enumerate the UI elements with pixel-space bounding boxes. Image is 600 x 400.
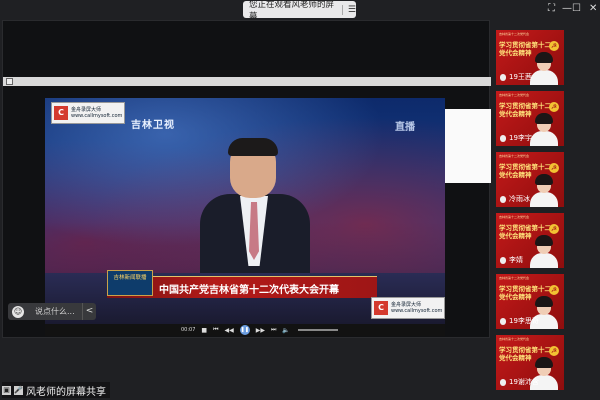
- watermark-text-top: 金舟录屏大师 www.callmysoft.com: [71, 107, 122, 119]
- stop-icon[interactable]: ■: [201, 327, 207, 334]
- anchor-hair: [228, 138, 278, 156]
- participant-name: 19李宇: [500, 133, 532, 143]
- playback-time: 00:07: [181, 327, 196, 333]
- participant-name: 19谢沛含: [500, 377, 539, 387]
- share-title-bar[interactable]: 您正在观看风老师的屏幕 ☰: [243, 0, 356, 22]
- party-emblem-icon: ☭: [549, 102, 559, 112]
- comment-input[interactable]: ☺ 说点什么... <: [8, 303, 96, 320]
- tile-header: 吉林省第十二次党代会: [499, 93, 530, 97]
- party-emblem-icon: ☭: [549, 41, 559, 51]
- emoji-icon[interactable]: ☺: [12, 305, 24, 318]
- recorder-icon: C: [54, 106, 68, 120]
- rewind-icon[interactable]: ◀◀: [225, 327, 234, 334]
- headline-banner: 吉林新闻联播 中国共产党吉林省第十二次代表大会开幕: [107, 270, 377, 298]
- fullscreen-icon[interactable]: ⛶: [548, 3, 555, 15]
- participant-name-text: 19谢沛含: [509, 378, 539, 386]
- screen-share-owner: 风老师的屏幕共享: [26, 386, 106, 398]
- watermark-logo-top: C 金舟录屏大师 www.callmysoft.com: [51, 102, 125, 124]
- live-tag: 直播: [395, 122, 415, 133]
- party-emblem-icon: ☭: [549, 163, 559, 173]
- screen-share-label: ▣ 🎤 风老师的屏幕共享: [2, 382, 110, 398]
- mic-icon: [500, 134, 506, 142]
- minimize-icon[interactable]: —: [562, 3, 572, 15]
- mic-icon: 🎤: [14, 385, 23, 395]
- maximize-icon[interactable]: ☐: [572, 3, 581, 15]
- headline-text: 中国共产党吉林省第十二次代表大会开幕: [159, 285, 339, 296]
- participant-tile[interactable]: 吉林省第十二次党代会 学习贯彻省第十二次党代会精神 ☭ 19李宇: [496, 91, 564, 146]
- participant-tile[interactable]: 吉林省第十二次党代会 学习贯彻省第十二次党代会精神 ☭ 19李思奇: [496, 274, 564, 329]
- participant-name: 19王茜: [500, 72, 532, 82]
- comment-placeholder: 说点什么...: [35, 307, 75, 316]
- participant-name: 李婧: [500, 255, 523, 265]
- player-controls: 00:07 ■ ⏮ ◀◀ ❚❚ ▶▶ ⏭ 🔈: [45, 324, 445, 336]
- participant-tile[interactable]: 吉林省第十二次党代会 学习贯彻省第十二次党代会精神 ☭ 19谢沛含: [496, 335, 564, 390]
- mic-icon: [500, 378, 506, 386]
- participant-name-text: 19李思奇: [509, 317, 539, 325]
- tile-header: 吉林省第十二次党代会: [499, 276, 530, 280]
- party-emblem-icon: ☭: [549, 224, 559, 234]
- video-player[interactable]: C 金舟录屏大师 www.callmysoft.com 吉林卫视 直播 吉林新闻…: [45, 98, 445, 324]
- participant-video: [530, 234, 558, 268]
- screen-share-icon: ▣: [2, 385, 11, 395]
- watermark-top-line2: www.callmysoft.com: [71, 113, 123, 119]
- participant-tile[interactable]: 吉林省第十二次党代会 学习贯彻省第十二次党代会精神 ☭ 19王茜: [496, 30, 564, 85]
- title-separator: [341, 4, 343, 15]
- participant-name-text: 19李宇: [509, 134, 532, 142]
- shared-window-titlebar: [3, 77, 491, 86]
- previous-icon[interactable]: ⏮: [213, 326, 218, 334]
- party-emblem-icon: ☭: [549, 285, 559, 295]
- collapse-comment-button[interactable]: <: [82, 303, 96, 320]
- close-icon[interactable]: ✕: [589, 3, 597, 15]
- watermark-bottom-line2: www.callmysoft.com: [391, 308, 443, 314]
- participant-name: 19李思奇: [500, 316, 539, 326]
- volume-icon[interactable]: 🔈: [282, 327, 289, 334]
- participant-name-text: 冷雨冰: [509, 195, 530, 203]
- forward-icon[interactable]: ▶▶: [256, 327, 265, 334]
- watermark-text-bottom: 金舟录屏大师 www.callmysoft.com: [391, 302, 442, 314]
- mic-icon: [500, 317, 506, 325]
- tile-header: 吉林省第十二次党代会: [499, 337, 530, 341]
- news-program-tag: 吉林新闻联播: [107, 270, 153, 296]
- mic-icon: [500, 256, 506, 264]
- participant-video: [530, 173, 558, 207]
- menu-icon[interactable]: ☰: [348, 5, 356, 15]
- meeting-window: 您正在观看风老师的屏幕 ☰ ⛶ — ☐ ✕ C 金舟录屏大师 www.callm…: [0, 0, 600, 400]
- volume-slider[interactable]: [297, 329, 338, 331]
- tile-header: 吉林省第十二次党代会: [499, 154, 530, 158]
- pause-icon[interactable]: ❚❚: [239, 325, 250, 335]
- tile-header: 吉林省第十二次党代会: [499, 215, 530, 219]
- participant-video: [530, 112, 558, 146]
- participant-tile[interactable]: 吉林省第十二次党代会 学习贯彻省第十二次党代会精神 ☭ 冷雨冰: [496, 152, 564, 207]
- tile-header: 吉林省第十二次党代会: [499, 32, 530, 36]
- party-emblem-icon: ☭: [549, 346, 559, 356]
- recorder-icon: C: [374, 301, 388, 315]
- participant-tile[interactable]: 吉林省第十二次党代会 学习贯彻省第十二次党代会精神 ☭ 李婧: [496, 213, 564, 268]
- participant-name-text: 19王茜: [509, 73, 532, 81]
- watermark-logo-bottom: C 金舟录屏大师 www.callmysoft.com: [371, 297, 445, 319]
- participant-name-text: 李婧: [509, 256, 523, 264]
- next-icon[interactable]: ⏭: [271, 326, 276, 334]
- channel-logo: 吉林卫视: [131, 120, 175, 131]
- mic-icon: [500, 73, 506, 81]
- participant-list: 吉林省第十二次党代会 学习贯彻省第十二次党代会精神 ☭ 19王茜 吉林省第十二次…: [496, 30, 564, 396]
- participant-video: [530, 51, 558, 85]
- window-title: 您正在观看风老师的屏幕: [249, 0, 335, 22]
- participant-name: 冷雨冰: [500, 194, 530, 204]
- window-icon: [6, 78, 13, 85]
- mic-icon: [500, 195, 506, 203]
